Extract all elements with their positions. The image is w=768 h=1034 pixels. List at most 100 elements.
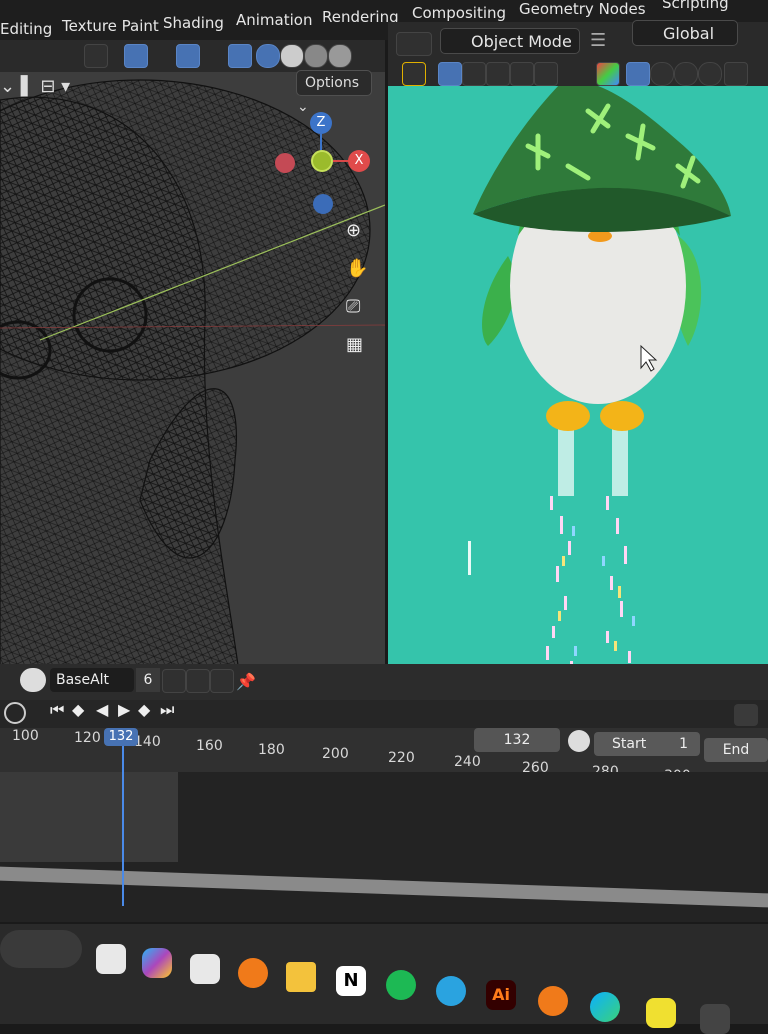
os-taskbar: N Ai [0,924,768,1034]
shading-solid-icon[interactable] [674,62,698,86]
gizmo-neg-x-axis[interactable] [275,153,295,173]
fake-user-shield-icon[interactable] [162,669,186,693]
end-frame-field[interactable]: End [704,738,768,762]
rendered-shading-icon[interactable] [328,44,352,68]
tab-texture-paint[interactable]: Texture Paint [62,17,159,35]
zoom-icon[interactable]: ⊕ [346,220,368,242]
timeline-scrollbar[interactable] [0,866,768,908]
shading-material-icon[interactable] [698,62,722,86]
action-editor-icon[interactable] [20,668,46,692]
options-dropdown[interactable]: Options ⌄ [296,70,372,115]
playback-controls-bar: ⏮ ◆ ◀ ▶ ◆ ⏭ [0,700,768,728]
action-name-field[interactable]: BaseAlt [50,668,134,692]
gizmo-z-axis[interactable]: Z [310,112,332,134]
prev-keyframe-icon[interactable]: ◆ [72,700,84,719]
tick-220: 220 [388,750,415,766]
tab-geometry-nodes[interactable]: Geometry Nodes [519,0,646,18]
users-count-label: 6 [143,672,153,688]
next-keyframe-icon[interactable]: ◆ [138,700,150,719]
menu-icon[interactable]: ☰ [590,30,606,51]
tab-compositing[interactable]: Compositing [412,4,506,22]
wireframe-shading-icon[interactable] [256,44,280,68]
start-label: Start [612,736,647,752]
gizmo-neg-z-axis[interactable] [313,194,333,214]
unlink-action-icon[interactable] [210,669,234,693]
current-frame-label: 132 [108,729,134,744]
left-viewport-header [0,40,385,72]
right-3d-viewport[interactable] [388,80,768,698]
perspective-grid-icon[interactable]: ▦ [346,334,368,356]
illustrator-icon[interactable]: Ai [486,980,516,1010]
playhead-line[interactable] [122,746,124,906]
file-explorer-icon[interactable] [286,962,316,992]
blender-secondary-icon[interactable] [538,986,568,1016]
jump-end-icon[interactable]: ⏭ [160,700,174,720]
telegram-icon[interactable] [436,976,466,1006]
copilot-icon[interactable] [142,948,172,978]
task-view-icon[interactable] [96,944,126,974]
select-extend-icon[interactable] [462,62,486,86]
tab-shading[interactable]: Shading [163,14,224,32]
start-frame-field[interactable]: Start 1 [594,732,700,756]
microsoft-store-icon[interactable] [190,954,220,984]
gizmo-x-line [333,160,349,162]
object-types-icon[interactable] [596,62,620,86]
duplicate-action-icon[interactable] [186,669,210,693]
overlay-toggle-icon[interactable] [176,44,200,68]
jump-start-icon[interactable]: ⏮ [50,700,64,720]
tick-240: 240 [454,754,481,770]
viewport-overlay-icon[interactable] [626,62,650,86]
end-label: End [722,742,750,758]
stopwatch-icon[interactable] [568,730,590,752]
tab-editing[interactable]: Editing [0,20,52,38]
left-3d-viewport[interactable] [0,40,385,680]
illustrator-label: Ai [492,985,510,1004]
material-shading-icon[interactable] [304,44,328,68]
select-box-new-icon[interactable] [438,62,462,86]
gizmo-x-axis[interactable]: X [348,150,370,172]
frame-ruler[interactable]: 100 120 140 160 180 200 220 240 260 280 … [0,728,768,790]
editor-type-icon[interactable] [396,32,432,56]
pin-icon[interactable]: 📌 [236,672,256,691]
gizmo-toggle-icon[interactable] [124,44,148,68]
notion-label: N [343,970,359,991]
taskbar-search-box[interactable] [0,930,82,968]
play-icon[interactable]: ▶ [118,700,130,719]
solid-shading-icon[interactable] [280,44,304,68]
edge-browser-icon[interactable] [590,992,620,1022]
tab-scripting[interactable]: Scripting [662,0,729,12]
xray-toggle-icon[interactable] [228,44,252,68]
select-intersect-icon[interactable] [534,62,558,86]
object-mode-dropdown[interactable]: Object Mode [440,28,580,54]
options-label: Options [305,75,360,91]
pan-hand-icon[interactable]: ✋ [346,258,368,280]
shading-wire-icon[interactable] [650,62,674,86]
wireframe-mesh [0,79,385,680]
tick-100: 100 [12,728,39,744]
camera-icon[interactable]: ⎚ [346,296,368,318]
select-tool-icon[interactable] [402,62,426,86]
visibility-icon[interactable] [84,44,108,68]
play-reverse-icon[interactable]: ◀ [96,700,108,719]
current-frame-field[interactable]: 132 [474,728,560,752]
spotify-icon[interactable] [386,970,416,1000]
auto-keying-icon[interactable] [734,704,758,726]
selection-tools-icon[interactable]: ⌄ ▌ ⊟ ▾ [0,76,110,102]
tick-160: 160 [196,738,223,754]
select-invert-icon[interactable] [510,62,534,86]
current-frame-indicator[interactable]: 132 [104,728,138,746]
gizmo-y-axis[interactable] [311,150,333,172]
terminal-icon[interactable] [700,1004,730,1034]
transform-orientation-dropdown[interactable]: Global [632,20,738,46]
tick-180: 180 [258,742,285,758]
select-subtract-icon[interactable] [486,62,510,86]
object-mode-label: Object Mode [471,32,572,51]
keying-icon[interactable] [4,702,26,724]
timeline-area[interactable] [0,772,768,922]
notion-icon[interactable]: N [336,966,366,996]
tab-animation[interactable]: Animation [236,11,312,29]
action-users-count[interactable]: 6 [136,668,160,692]
blender-icon[interactable] [238,958,268,988]
orientation-label: Global [663,24,715,43]
brush-icon[interactable] [724,62,748,86]
